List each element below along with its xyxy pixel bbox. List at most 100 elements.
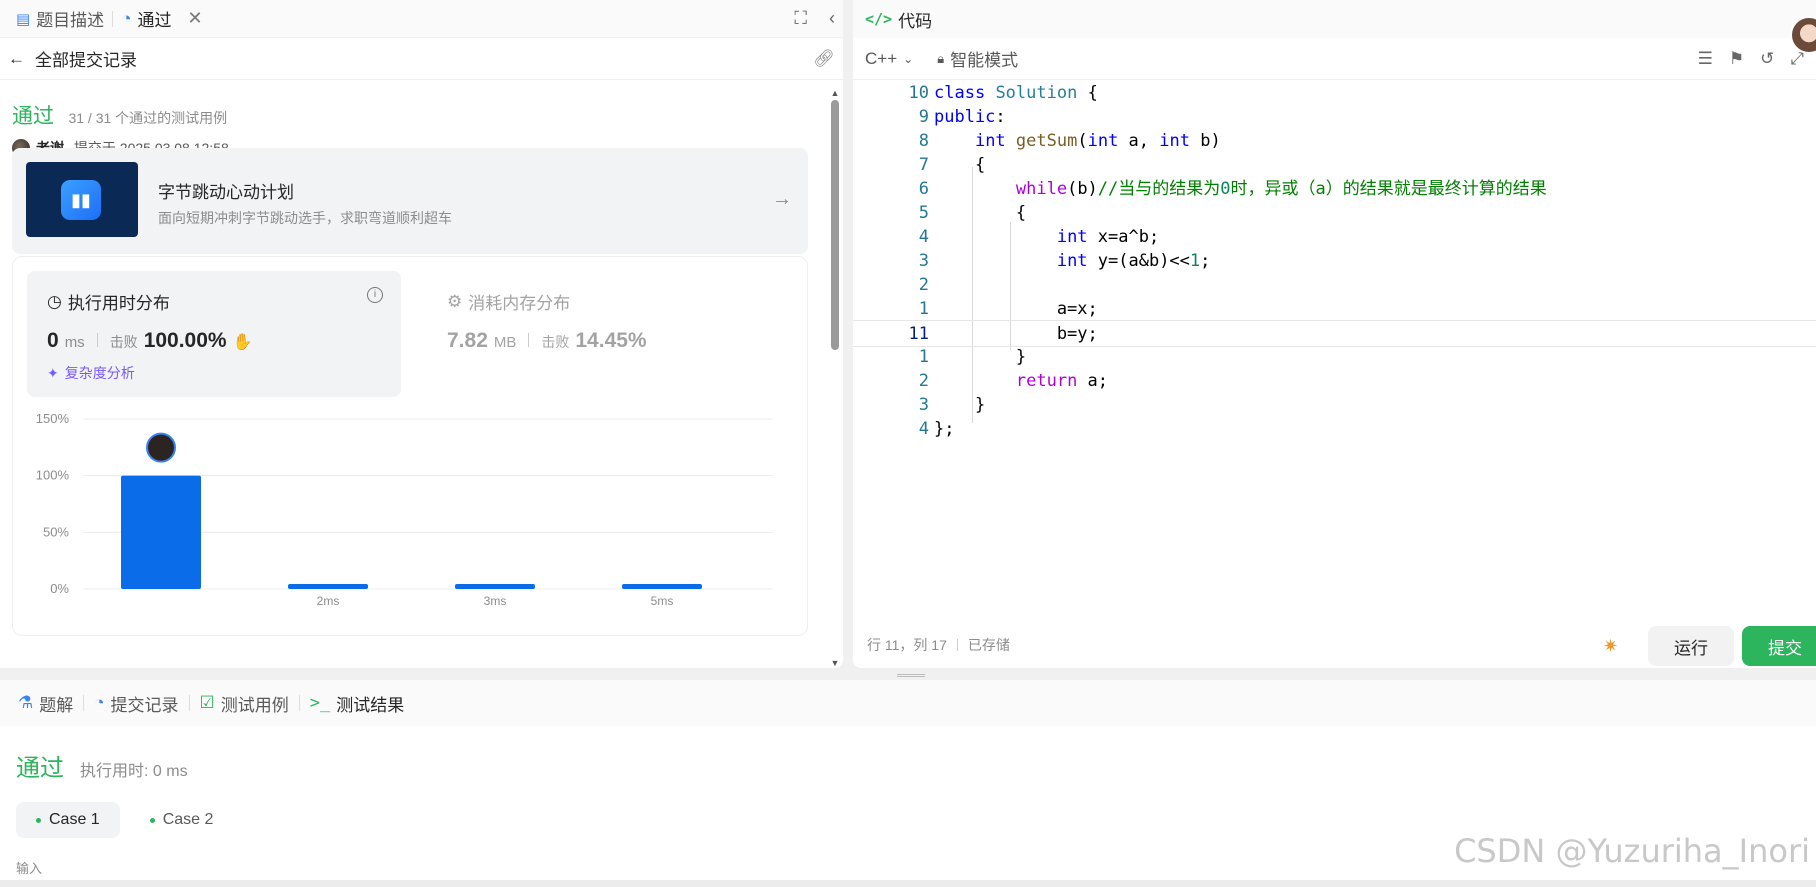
scroll-down-icon[interactable]: ▼	[829, 658, 841, 668]
tab-testcase[interactable]: ☑ 测试用例	[190, 691, 299, 716]
x-tick-label: 5ms	[651, 594, 674, 608]
tab-test-result[interactable]: >_ 测试结果	[300, 691, 414, 716]
panel-controls: ⛶ ‹	[794, 8, 835, 29]
tab-submissions-label: 提交记录	[110, 695, 179, 715]
line-number: 3	[918, 395, 929, 415]
code-text: {	[934, 203, 1027, 223]
runtime-beat-value: 100.00%	[143, 329, 227, 352]
chart-bar[interactable]	[455, 584, 535, 589]
save-status: 已存储	[967, 637, 1010, 653]
tab-description-label: 题目描述	[36, 11, 105, 30]
code-line: 7 {	[853, 152, 1816, 179]
scrollbar[interactable]: ▲ ▼	[829, 88, 841, 668]
tab-description[interactable]: ▤ 题目描述	[8, 6, 112, 31]
memory-metric: 7.82 MB 击败 14.45%	[447, 329, 647, 353]
checkbox-icon: ☑	[199, 693, 215, 712]
language-select[interactable]: C++ ⌄	[865, 49, 913, 69]
tab-accepted[interactable]: ◔ 通过 ✕	[113, 6, 210, 31]
runtime-title: ◷ 执行用时分布	[47, 289, 170, 314]
submit-button[interactable]: 提交	[1742, 626, 1816, 666]
code-tabbar: </> 代码	[853, 0, 1816, 54]
y-tick-label: 50%	[43, 524, 69, 539]
code-line: 9 public:	[853, 104, 1816, 131]
case-tab-2[interactable]: Case 2	[130, 802, 234, 838]
line-number: 9	[918, 107, 929, 127]
line-number: 2	[918, 275, 929, 295]
runtime-box[interactable]: ◷ 执行用时分布 i 0 ms 击败 100.00% ✋ ✦ 复杂度分析	[27, 271, 401, 397]
terminal-icon: >_	[309, 693, 331, 713]
status-divider	[956, 639, 958, 651]
x-tick-label: 3ms	[484, 594, 507, 608]
y-tick-label: 150%	[36, 411, 70, 426]
promo-card[interactable]: ▮▮ 字节跳动心动计划 面向短期冲刺字节跳动选手，求职弯道顺利超车 →	[12, 148, 808, 254]
all-submissions-link[interactable]: 全部提交记录	[35, 46, 137, 71]
tab-solutions[interactable]: ⚗ 题解	[8, 691, 83, 716]
tab-submissions[interactable]: ◔ 提交记录	[84, 691, 188, 716]
code-line: 8 int getSum(int a, int b)	[853, 128, 1816, 155]
language-label: C++	[865, 48, 898, 68]
line-number: 10	[908, 83, 929, 103]
resize-handle[interactable]	[897, 674, 925, 677]
cursor-position: 行 11，列 17	[867, 637, 947, 653]
format-icon[interactable]: ☰	[1698, 49, 1713, 69]
back-arrow-icon[interactable]: ←	[8, 49, 25, 69]
bookmark-icon[interactable]: ⚑	[1729, 49, 1744, 69]
close-icon[interactable]: ✕	[187, 8, 202, 29]
chart-bar[interactable]	[121, 475, 201, 589]
code-tab-label[interactable]: 代码	[898, 7, 932, 32]
runtime-metric: 0 ms 击败 100.00% ✋	[47, 329, 253, 353]
promo-subtitle: 面向短期冲刺字节跳动选手，求职弯道顺利超车	[158, 210, 452, 226]
line-number: 1	[918, 299, 929, 319]
scroll-up-icon[interactable]: ▲	[829, 88, 841, 98]
line-number: 2	[918, 371, 929, 391]
promo-image: ▮▮	[26, 162, 138, 237]
chevron-down-icon: ⌄	[903, 51, 914, 66]
tab-solutions-label: 题解	[39, 695, 74, 715]
arrow-right-icon: →	[772, 188, 792, 210]
flask-icon: ⚗	[18, 693, 34, 712]
bottom-strip	[0, 880, 1816, 887]
lock-icon: 🔒︎	[937, 50, 945, 66]
submission-header: ← 全部提交记录 🔗︎	[0, 38, 843, 80]
memory-value: 7.82	[447, 329, 488, 352]
undo-icon[interactable]: ↺	[1760, 49, 1774, 69]
scrollbar-thumb[interactable]	[831, 100, 839, 350]
promo-title: 字节跳动心动计划	[158, 183, 294, 202]
input-label: 输入	[16, 861, 43, 876]
collapse-icon[interactable]: ‹	[829, 8, 835, 29]
link-icon[interactable]: 🔗︎	[813, 49, 835, 69]
debug-icon[interactable]: ✷	[1603, 636, 1618, 657]
complexity-analysis-link[interactable]: ✦ 复杂度分析	[47, 363, 135, 383]
chart-bar[interactable]	[288, 584, 368, 589]
complexity-label: 复杂度分析	[64, 365, 135, 381]
code-line: 1 a=x;	[853, 296, 1816, 323]
tab-test-result-label: 测试结果	[336, 695, 405, 715]
bottom-panel: ⚗ 题解 ◔ 提交记录 ☑ 测试用例 >_ 测试结果 通过 执行用时: 0 ms	[0, 680, 1816, 880]
code-editor[interactable]: 10 class Solution { 9 public: 8 int getS…	[853, 80, 1816, 620]
fullscreen-icon[interactable]: ⛶	[794, 8, 807, 29]
editor-toolbar: C++ ⌄ 🔒︎ 智能模式 ☰ ⚑ ↺ ⤢	[853, 38, 1816, 80]
left-panel: ▤ 题目描述 ◔ 通过 ✕ ⛶ ‹ ← 全部提交记录 🔗︎ 通过 31 / 31…	[0, 0, 843, 668]
history-icon: ◔	[94, 693, 105, 712]
line-number: 6	[918, 179, 929, 199]
code-text: a=x;	[934, 299, 1098, 319]
case-tab-1[interactable]: Case 1	[16, 802, 120, 838]
code-text: public:	[934, 107, 1006, 127]
editor-actions: ☰ ⚑ ↺ ⤢	[1698, 49, 1804, 69]
memory-title-text: 消耗内存分布	[468, 294, 571, 313]
smart-mode-toggle[interactable]: 🔒︎ 智能模式	[937, 46, 1018, 71]
document-icon: ▤	[16, 10, 31, 28]
code-text: };	[934, 419, 955, 439]
submission-detail: 通过 31 / 31 个通过的测试用例 老谢. 提交于 2025.03.08 1…	[0, 80, 843, 668]
code-text: {	[934, 155, 986, 175]
chart-bar[interactable]	[622, 584, 702, 589]
line-number: 4	[918, 227, 929, 247]
code-line: 10 class Solution {	[853, 80, 1816, 107]
info-icon[interactable]: i	[367, 287, 383, 303]
memory-box[interactable]: ⚙ 消耗内存分布 7.82 MB 击败 14.45%	[427, 271, 787, 397]
left-tabbar: ▤ 题目描述 ◔ 通过 ✕ ⛶ ‹	[0, 0, 843, 38]
run-button[interactable]: 运行	[1648, 626, 1734, 666]
history-icon: ◔	[121, 8, 132, 28]
y-tick-label: 100%	[36, 468, 70, 483]
code-text: class Solution {	[934, 83, 1098, 103]
